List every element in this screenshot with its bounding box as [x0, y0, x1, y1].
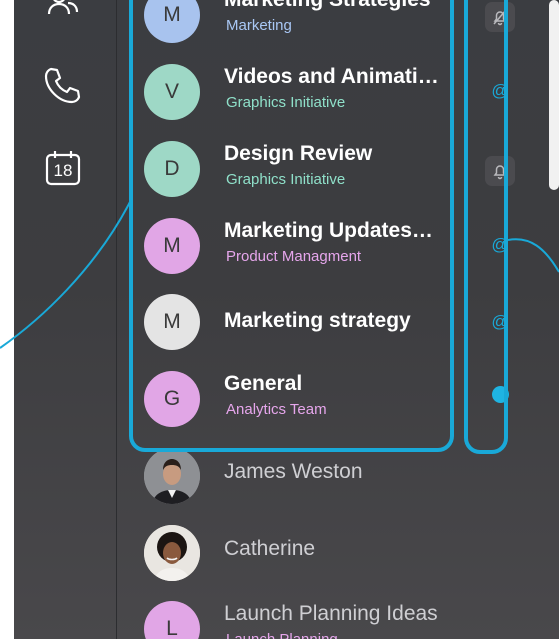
- conversation-item[interactable]: Catherine: [116, 516, 456, 588]
- avatar: M: [144, 0, 200, 43]
- conversation-title: Design Review: [224, 142, 373, 165]
- conversation-item[interactable]: L Launch Planning Ideas Launch Planning: [116, 592, 456, 639]
- calendar-icon[interactable]: 18: [42, 147, 84, 189]
- avatar: M: [144, 218, 200, 274]
- conversation-item[interactable]: M Marketing strategy: [116, 285, 456, 357]
- conversation-list: M Marketing Strategies Marketing V Video…: [116, 0, 456, 639]
- conversation-item[interactable]: M Marketing Strategies Marketing: [116, 0, 456, 50]
- avatar: L: [144, 601, 200, 639]
- nav-rail: 18: [14, 0, 117, 639]
- conversation-item[interactable]: James Weston: [116, 439, 456, 511]
- scrollbar[interactable]: [549, 0, 559, 190]
- bell-off-icon[interactable]: [485, 2, 515, 32]
- mention-icon[interactable]: @: [485, 230, 515, 260]
- unread-dot: [492, 386, 509, 403]
- conversation-subtitle: Graphics Initiative: [226, 94, 346, 111]
- contacts-icon[interactable]: [42, 0, 84, 22]
- conversation-title: General: [224, 372, 303, 395]
- bell-icon[interactable]: [485, 156, 515, 186]
- conversation-subtitle: Analytics Team: [226, 401, 327, 418]
- conversation-item[interactable]: M Marketing Updates… Product Managment: [116, 209, 456, 281]
- conversation-title: Catherine: [224, 537, 316, 560]
- mention-icon[interactable]: @: [485, 307, 515, 337]
- mention-icon[interactable]: @: [485, 76, 515, 106]
- conversation-title: Marketing Strategies: [224, 0, 456, 12]
- avatar: G: [144, 371, 200, 427]
- conversation-item[interactable]: V Videos and Animati… Graphics Initiativ…: [116, 55, 456, 127]
- avatar: M: [144, 294, 200, 350]
- conversation-subtitle: Marketing: [226, 17, 292, 34]
- conversation-title: Videos and Animati…: [224, 65, 439, 88]
- conversation-title: Launch Planning Ideas: [224, 602, 438, 625]
- conversation-title: Marketing Updates…: [224, 219, 433, 242]
- conversation-item[interactable]: G General Analytics Team: [116, 362, 456, 434]
- avatar: [144, 448, 200, 504]
- conversation-title: James Weston: [224, 460, 363, 483]
- conversation-title: Marketing strategy: [224, 309, 411, 332]
- chat-app: 18 M Marketing Strategies Marketing V Vi…: [14, 0, 559, 639]
- avatar: [144, 525, 200, 581]
- conversation-item[interactable]: D Design Review Graphics Initiative: [116, 132, 456, 204]
- avatar: V: [144, 64, 200, 120]
- status-column: @ @ @: [476, 0, 524, 639]
- conversation-subtitle: Launch Planning: [226, 631, 338, 639]
- avatar: D: [144, 141, 200, 197]
- conversation-subtitle: Graphics Initiative: [226, 171, 346, 188]
- person-photo-icon: [144, 448, 200, 504]
- conversation-subtitle: Product Managment: [226, 248, 362, 265]
- person-photo-icon: [144, 525, 200, 581]
- phone-icon[interactable]: [42, 64, 84, 106]
- calendar-day: 18: [53, 161, 73, 180]
